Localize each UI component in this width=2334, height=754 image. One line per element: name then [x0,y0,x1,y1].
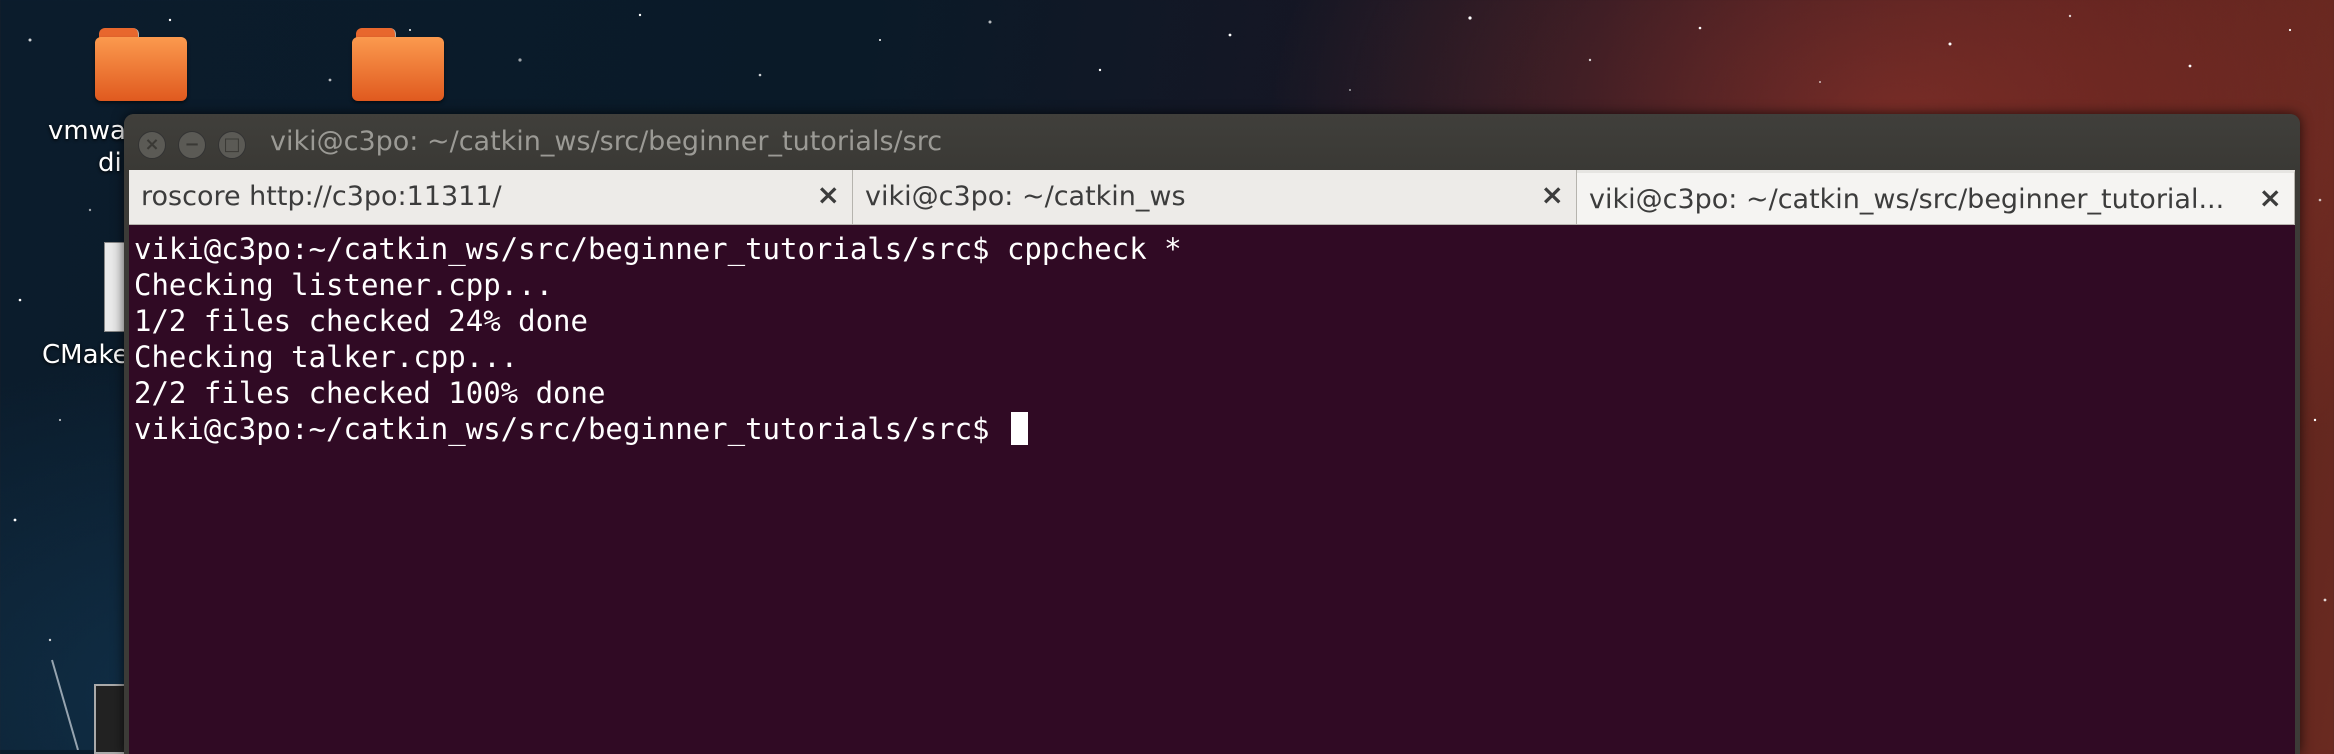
terminal-line: Checking talker.cpp... [134,340,519,374]
terminal-prompt-line[interactable]: viki@c3po:~/catkin_ws/src/beginner_tutor… [134,411,2295,447]
desktop-icon-label-cmake[interactable]: CMake [42,340,129,370]
minimize-window-button[interactable]: − [178,131,206,159]
close-tab-icon[interactable]: × [817,179,840,211]
maximize-window-button[interactable]: □ [218,131,246,159]
close-tab-icon[interactable]: × [2259,182,2282,214]
terminal-line: viki@c3po:~/catkin_ws/src/beginner_tutor… [134,232,1182,266]
terminal-window[interactable]: × − □ viki@c3po: ~/catkin_ws/src/beginne… [124,114,2300,754]
tab-catkin-ws[interactable]: viki@c3po: ~/catkin_ws × [853,170,1577,224]
tab-beginner-tutorials[interactable]: viki@c3po: ~/catkin_ws/src/beginner_tuto… [1577,170,2295,224]
desktop-icon-label[interactable]: vmwa [48,116,126,146]
terminal-line: 2/2 files checked 100% done [134,376,606,410]
terminal-prompt: viki@c3po:~/catkin_ws/src/beginner_tutor… [134,412,1007,446]
terminal-line: 1/2 files checked 24% done [134,304,588,338]
tab-bar: roscore http://c3po:11311/ × viki@c3po: … [129,170,2295,225]
terminal-output[interactable]: viki@c3po:~/catkin_ws/src/beginner_tutor… [129,225,2295,754]
text-cursor [1010,412,1028,445]
window-title: viki@c3po: ~/catkin_ws/src/beginner_tuto… [270,126,943,157]
tab-label: roscore http://c3po:11311/ [141,181,502,212]
folder-icon[interactable] [95,28,187,102]
tab-label: viki@c3po: ~/catkin_ws/src/beginner_tuto… [1589,184,2225,215]
tab-label: viki@c3po: ~/catkin_ws [865,181,1186,212]
close-window-button[interactable]: × [138,131,166,159]
window-titlebar[interactable]: × − □ viki@c3po: ~/catkin_ws/src/beginne… [124,114,2300,170]
tab-roscore[interactable]: roscore http://c3po:11311/ × [129,170,853,224]
folder-icon[interactable] [352,28,444,102]
terminal-line: Checking listener.cpp... [134,268,554,302]
close-tab-icon[interactable]: × [1541,179,1564,211]
desktop-icon-label-2[interactable]: di [98,148,122,178]
